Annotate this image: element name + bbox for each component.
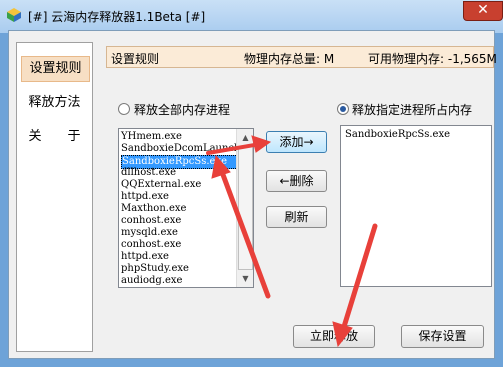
process-list-item[interactable]: dllhost.exe	[121, 167, 236, 179]
process-list-item[interactable]: mysqld.exe	[121, 227, 236, 239]
release-all-radio[interactable]	[118, 103, 130, 115]
available-memory-label: 可用物理内存: -1,565M	[368, 52, 497, 66]
process-list-item[interactable]: conhost.exe	[121, 239, 236, 251]
release-now-button[interactable]: 立即释放	[293, 325, 375, 348]
selected-process-item[interactable]: SandboxieRpcSs.exe	[345, 129, 450, 140]
total-memory-label: 物理内存总量: M	[244, 52, 335, 66]
nav-item-about[interactable]: 关 于	[17, 125, 92, 149]
title-bar[interactable]: [#] 云海内存释放器1.1Beta [#] ✕	[0, 0, 503, 33]
app-cube-icon	[7, 8, 21, 22]
process-list-item[interactable]: YHmem.exe	[121, 131, 236, 143]
add-button[interactable]: 添加→	[266, 131, 327, 153]
release-selected-radio[interactable]	[337, 103, 349, 115]
process-list-item[interactable]: audiodg.exe	[121, 275, 236, 287]
selected-process-list[interactable]: SandboxieRpcSs.exe	[340, 125, 492, 287]
info-bar: 设置规则 物理内存总量: M 可用物理内存: -1,565M	[106, 46, 497, 68]
process-list-item[interactable]: phpStudy.exe	[121, 263, 236, 275]
process-list-item[interactable]: httpd.exe	[121, 191, 236, 203]
scroll-up-icon[interactable]: ▲	[237, 129, 253, 146]
refresh-button[interactable]: 刷新	[266, 206, 327, 228]
process-list-scrollbar[interactable]: ▲ ▼	[236, 129, 253, 287]
nav-item-release-method[interactable]: 释放方法	[17, 91, 92, 115]
process-list[interactable]: YHmem.exe SandboxieDcomLaunch SandboxieR…	[118, 128, 254, 288]
delete-button[interactable]: ←删除	[266, 170, 327, 192]
process-list-item[interactable]: conhost.exe	[121, 215, 236, 227]
process-list-item[interactable]: QQExternal.exe	[121, 179, 236, 191]
scroll-down-icon[interactable]: ▼	[237, 270, 253, 287]
process-list-item[interactable]: SandboxieDcomLaunch	[121, 143, 240, 155]
release-selected-label[interactable]: 释放指定进程所占内存	[352, 101, 472, 118]
window-title: [#] 云海内存释放器1.1Beta [#]	[28, 10, 206, 24]
info-section-title: 设置规则	[111, 52, 160, 66]
save-settings-button[interactable]: 保存设置	[401, 325, 484, 348]
process-list-item[interactable]: httpd.exe	[121, 251, 236, 263]
side-nav: 设置规则 释放方法 关 于	[16, 42, 93, 352]
close-button[interactable]: ✕	[463, 1, 503, 21]
nav-item-settings-rules[interactable]: 设置规则	[21, 56, 90, 82]
process-list-item[interactable]: Maxthon.exe	[121, 203, 236, 215]
scroll-thumb[interactable]	[238, 146, 253, 270]
release-all-label[interactable]: 释放全部内存进程	[134, 101, 230, 118]
